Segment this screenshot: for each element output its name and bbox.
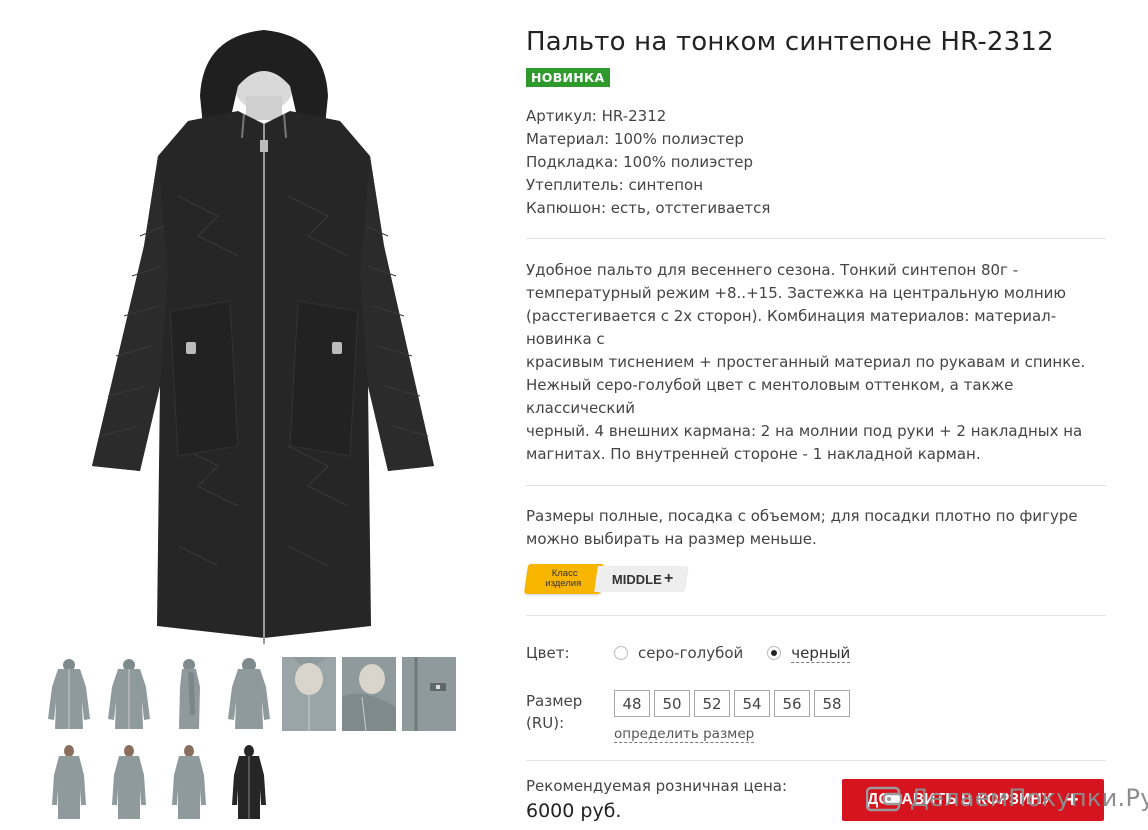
description-line: красивым тиснением + простеганный матери… (526, 353, 1086, 371)
product-description: Удобное пальто для весеннего сезона. Тон… (526, 239, 1106, 485)
class-label: Класс изделия (523, 564, 605, 594)
spec-material: Материал: 100% полиэстер (526, 130, 744, 148)
color-option-black[interactable]: черный (767, 642, 851, 664)
radio-icon[interactable] (614, 646, 628, 660)
description-line: Удобное пальто для весеннего сезона. Тон… (526, 261, 1019, 279)
spec-hood: Капюшон: есть, отстегивается (526, 199, 771, 217)
thumbnail[interactable] (102, 657, 156, 731)
spec-lining: Подкладка: 100% полиэстер (526, 153, 754, 171)
size-note-line: можно выбирать на размер меньше. (526, 530, 817, 548)
thumbnail[interactable] (162, 657, 216, 731)
size-options: 48 50 52 54 56 58 (614, 690, 850, 717)
size-option[interactable]: 56 (774, 690, 810, 717)
color-option-grey-blue[interactable]: серо-голубой (614, 642, 743, 664)
thumbnail[interactable] (222, 745, 276, 819)
thumbnail[interactable] (162, 745, 216, 819)
size-option[interactable]: 52 (694, 690, 730, 717)
size-note: Размеры полные, посадка с объемом; для п… (526, 486, 1106, 563)
plus-icon: + (663, 570, 674, 587)
new-badge: НОВИНКА (526, 68, 610, 87)
thumbnail[interactable] (342, 657, 396, 731)
thumb-coat-grey-front (48, 659, 90, 729)
watermark: ДелаемПокупки.Ру (866, 784, 1148, 812)
class-value: MIDDLE + (594, 566, 690, 592)
product-specs: Артикул: HR-2312 Материал: 100% полиэсте… (526, 105, 1106, 238)
size-option[interactable]: 50 (654, 690, 690, 717)
size-label: Размер (RU): (526, 692, 583, 732)
spec-insulation: Утеплитель: синтепон (526, 176, 704, 194)
radio-selected-icon[interactable] (767, 646, 782, 660)
description-line: черный. 4 внешних кармана: 2 на молнии п… (526, 422, 1083, 440)
thumbnail[interactable] (42, 657, 96, 731)
wallet-icon (866, 786, 902, 812)
main-product-photo[interactable] (88, 26, 440, 646)
thumbnail[interactable] (42, 745, 96, 819)
product-info: Пальто на тонком синтепоне HR-2312 НОВИН… (523, 24, 1106, 830)
determine-size-link[interactable]: определить размер (614, 726, 755, 743)
spec-article: Артикул: HR-2312 (526, 107, 667, 125)
size-option[interactable]: 58 (814, 690, 850, 717)
size-option[interactable]: 48 (614, 690, 650, 717)
description-line: температурный режим +8..+15. Застежка на… (526, 284, 1067, 302)
description-line: (расстегивается с 2х сторон). Комбинация… (526, 307, 1057, 348)
thumbnail[interactable] (222, 657, 276, 731)
thumbnail[interactable] (102, 745, 156, 819)
size-note-line: Размеры полные, посадка с объемом; для п… (526, 507, 1078, 525)
size-selector: Размер (RU): 48 50 52 54 56 58 определит… (526, 690, 1106, 760)
product-title: Пальто на тонком синтепоне HR-2312 (526, 27, 1054, 57)
size-option[interactable]: 54 (734, 690, 770, 717)
color-label: Цвет: (526, 644, 570, 662)
thumbnail[interactable] (282, 657, 336, 731)
product-class-badge: Класс изделия MIDDLE + (523, 563, 1106, 595)
color-selector: Цвет: серо-голубой черный (526, 616, 1106, 690)
description-line: Нежный серо-голубой цвет с ментоловым от… (526, 376, 1014, 417)
thumbnail[interactable] (402, 657, 456, 731)
description-line: магнитах. По внутренней стороне - 1 накл… (526, 445, 981, 463)
coat-image (92, 30, 434, 644)
